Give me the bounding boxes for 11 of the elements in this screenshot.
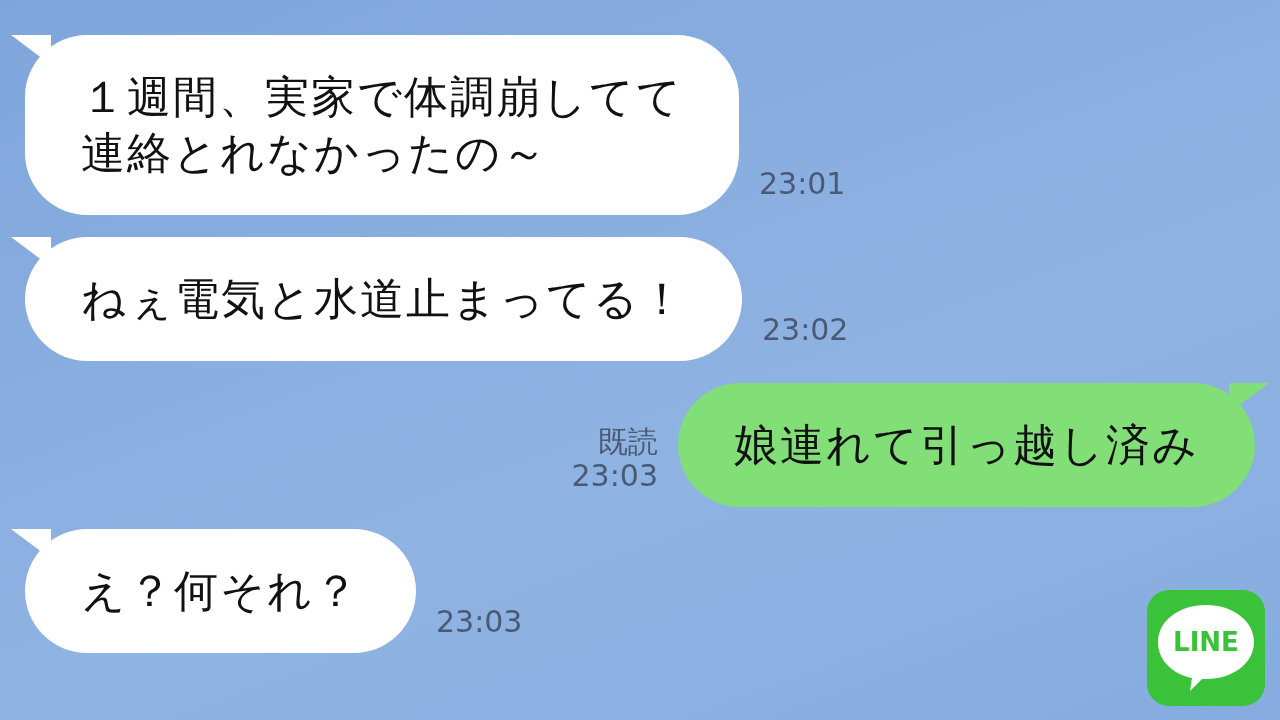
speech-bubble-icon bbox=[1158, 605, 1254, 691]
message-bubble: え？何それ？ bbox=[25, 529, 416, 653]
message-bubble: ねぇ電気と水道止まってる！ bbox=[25, 237, 742, 361]
timestamp: 23:03 bbox=[436, 605, 523, 639]
timestamp: 23:01 bbox=[759, 167, 846, 201]
message-bubble: 娘連れて引っ越し済み bbox=[678, 383, 1255, 507]
read-receipt: 既読 bbox=[598, 425, 658, 459]
timestamp: 23:03 bbox=[571, 459, 658, 493]
timestamp: 23:02 bbox=[762, 313, 849, 347]
logo-text: LINE bbox=[1173, 629, 1239, 655]
message-bubble: １週間、実家で体調崩してて 連絡とれなかったの～ bbox=[25, 35, 739, 215]
